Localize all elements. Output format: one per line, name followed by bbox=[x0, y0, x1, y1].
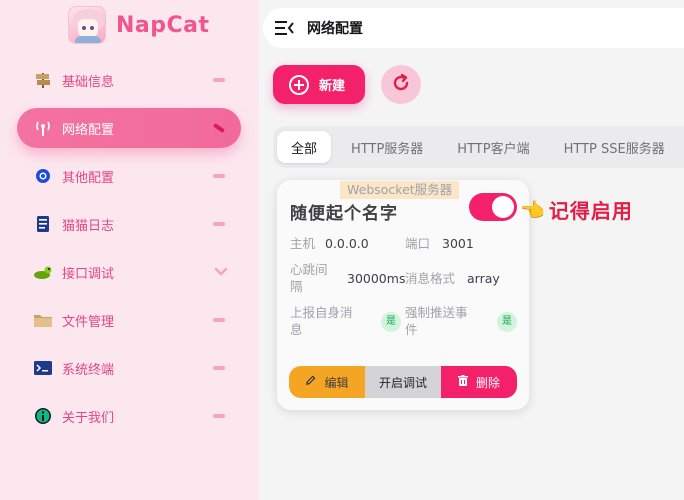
force-push-label: 强制推送事 bbox=[405, 305, 468, 320]
dash-icon bbox=[213, 174, 225, 178]
sidebar-item-label: 基础信息 bbox=[62, 74, 115, 90]
enable-reminder-annotation: 👈 记得启用 bbox=[520, 195, 633, 224]
sidebar-item-label: 猫猫日志 bbox=[62, 218, 115, 234]
port-value: 3001 bbox=[442, 236, 474, 251]
sidebar-item-network-config[interactable]: 网络配置 bbox=[17, 108, 241, 148]
signpost-icon bbox=[33, 70, 53, 90]
plus-circle-icon bbox=[289, 74, 309, 95]
host-value: 0.0.0.0 bbox=[325, 236, 369, 251]
brand-name: NapCat bbox=[116, 12, 210, 38]
sidebar-item-label: 其他配置 bbox=[62, 170, 115, 186]
bug-icon bbox=[33, 262, 53, 282]
edit-button[interactable]: 编辑 bbox=[289, 366, 365, 398]
sidebar-item-label: 关于我们 bbox=[62, 410, 115, 426]
dash-icon bbox=[213, 366, 225, 370]
menu-collapse-icon[interactable] bbox=[275, 20, 295, 36]
sidebar-item-label: 文件管理 bbox=[62, 314, 115, 330]
sidebar: NapCat 基础信息 网络配置 其他配置 猫猫日志 接口调试 文件管理 系统终… bbox=[0, 0, 259, 500]
log-book-icon bbox=[33, 214, 53, 234]
page-title: 网络配置 bbox=[307, 21, 363, 37]
refresh-button[interactable] bbox=[381, 65, 421, 104]
dash-icon bbox=[213, 78, 225, 82]
new-button-label: 新建 bbox=[319, 79, 346, 94]
type-badge: Websocket服务器 bbox=[340, 181, 460, 199]
annotation-text: 记得启用 bbox=[548, 199, 633, 223]
sidebar-item-api-debug[interactable]: 接口调试 bbox=[17, 252, 241, 292]
heartbeat-label: 心跳间 bbox=[290, 262, 328, 277]
pointing-hand-icon: 👈 bbox=[520, 197, 545, 222]
sidebar-item-label: 系统终端 bbox=[62, 362, 115, 378]
host-label: 主机 bbox=[290, 236, 316, 251]
sidebar-item-label: 网络配置 bbox=[62, 122, 115, 138]
network-config-card: Websocket服务器 随便起个名字 主机 0.0.0.0 端口 3001 心… bbox=[277, 180, 529, 410]
enable-debug-button[interactable]: 开启调试 bbox=[365, 366, 441, 398]
card-actions: 编辑 开启调试 删除 bbox=[289, 366, 517, 398]
config-type-tabs: 全部 HTTP服务器 HTTP客户端 HTTP SSE服务器 bbox=[273, 126, 684, 168]
dash-icon bbox=[213, 414, 225, 418]
gear-icon bbox=[33, 166, 53, 186]
delete-label: 删除 bbox=[475, 375, 500, 390]
terminal-icon bbox=[33, 358, 53, 378]
sidebar-item-other-config[interactable]: 其他配置 bbox=[17, 156, 241, 196]
enable-toggle[interactable] bbox=[469, 193, 517, 221]
sidebar-item-basic-info[interactable]: 基础信息 bbox=[17, 60, 241, 100]
tab-http-client[interactable]: HTTP客户端 bbox=[443, 131, 543, 163]
folder-icon bbox=[33, 310, 53, 330]
dash-icon bbox=[213, 318, 225, 322]
sidebar-item-system-terminal[interactable]: 系统终端 bbox=[17, 348, 241, 388]
force-push-label-cont: 件 bbox=[405, 322, 418, 337]
tab-http-server[interactable]: HTTP服务器 bbox=[337, 131, 437, 163]
trash-icon bbox=[457, 374, 468, 390]
format-value: array bbox=[467, 271, 500, 286]
delete-button[interactable]: 删除 bbox=[441, 366, 517, 398]
tab-http-sse-server[interactable]: HTTP SSE服务器 bbox=[550, 131, 679, 163]
new-button[interactable]: 新建 bbox=[273, 65, 365, 104]
sidebar-item-cat-log[interactable]: 猫猫日志 bbox=[17, 204, 241, 244]
heartbeat-value: 30000ms bbox=[347, 271, 406, 286]
refresh-icon bbox=[391, 73, 411, 97]
sidebar-item-about-us[interactable]: 关于我们 bbox=[17, 396, 241, 436]
tab-all[interactable]: 全部 bbox=[277, 131, 332, 163]
report-self-label-cont: 息 bbox=[290, 322, 303, 337]
edit-label: 编辑 bbox=[324, 375, 349, 390]
sidebar-item-label: 接口调试 bbox=[62, 266, 115, 282]
napcat-logo bbox=[68, 6, 106, 44]
info-icon bbox=[33, 406, 53, 426]
sidebar-item-file-manager[interactable]: 文件管理 bbox=[17, 300, 241, 340]
top-bar: 网络配置 bbox=[263, 8, 684, 48]
chevron-down-icon[interactable] bbox=[213, 264, 229, 280]
force-push-chip: 是 bbox=[497, 312, 517, 332]
heartbeat-label-cont: 隔 bbox=[290, 279, 303, 294]
antenna-icon bbox=[33, 118, 53, 138]
port-label: 端口 bbox=[405, 236, 431, 251]
report-self-chip: 是 bbox=[381, 312, 401, 332]
dash-icon bbox=[213, 222, 225, 226]
config-name: 随便起个名字 bbox=[290, 204, 398, 224]
format-label: 消息格式 bbox=[405, 271, 456, 286]
toggle-knob bbox=[492, 196, 514, 218]
brand[interactable]: NapCat bbox=[68, 6, 210, 44]
dash-icon bbox=[212, 122, 226, 134]
report-self-label: 上报自身消 bbox=[290, 305, 353, 320]
pencil-icon bbox=[305, 375, 316, 389]
